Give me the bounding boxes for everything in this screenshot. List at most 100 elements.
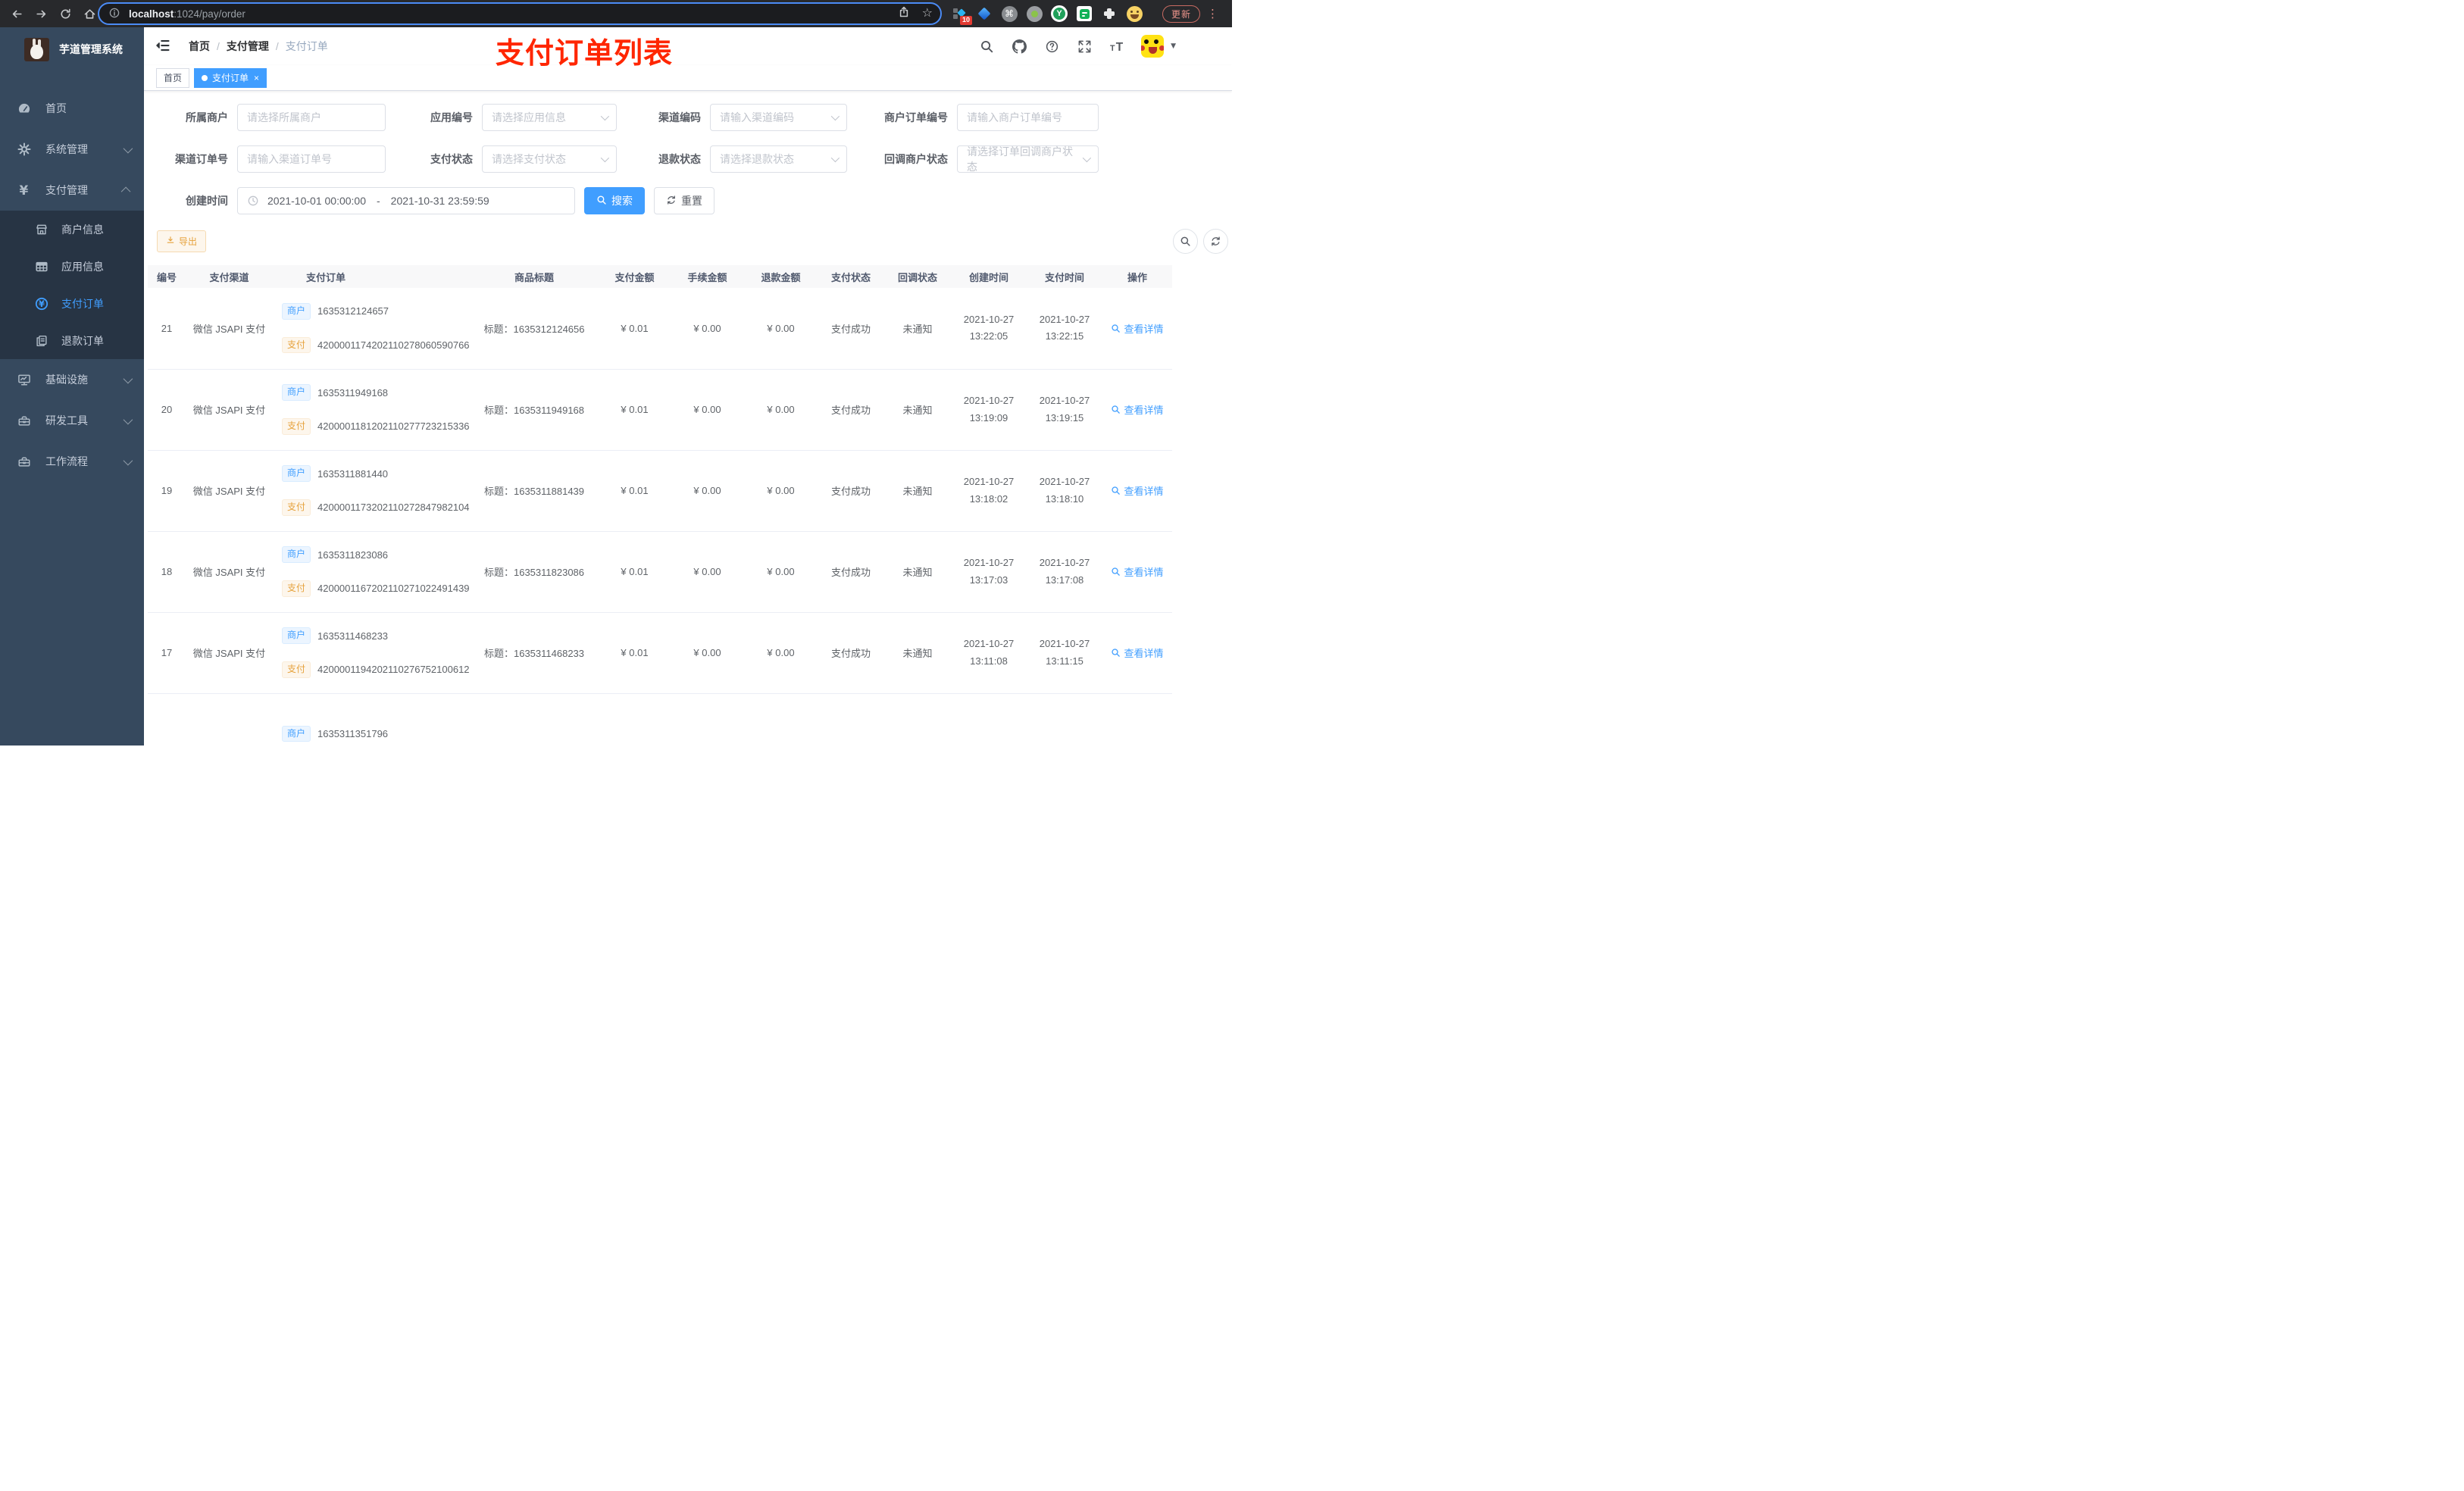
sidebar-item-应用信息[interactable]: 应用信息 xyxy=(0,248,144,285)
filter-退款状态: 退款状态 请选择退款状态 xyxy=(627,145,847,173)
select-退款状态[interactable]: 请选择退款状态 xyxy=(710,145,847,173)
cell-pay-status: 支付成功 xyxy=(818,450,884,532)
app-title: 芋道管理系统 xyxy=(59,43,123,55)
cell-create-time: 2021-10-27 13:19:09 xyxy=(951,369,1027,451)
tab-bar: 首页 支付订单 × xyxy=(144,65,1232,91)
help-icon[interactable] xyxy=(1043,38,1060,55)
blocks-extension-icon[interactable]: 10 xyxy=(951,5,972,25)
cell-id: 21 xyxy=(148,288,186,370)
browser-back-button[interactable] xyxy=(6,3,27,24)
browser-forward-button[interactable] xyxy=(30,3,52,24)
sidebar-item-支付订单[interactable]: ¥ 支付订单 xyxy=(0,285,144,322)
input-所属商户[interactable]: 请选择所属商户 xyxy=(237,104,386,131)
svg-text:T: T xyxy=(1115,40,1123,53)
filter-渠道订单号: 渠道订单号 请输入渠道订单号 xyxy=(157,145,386,173)
select-渠道编码[interactable]: 请输入渠道编码 xyxy=(710,104,847,131)
gem-extension-icon[interactable] xyxy=(976,5,993,22)
merchant-order-no: 1635311881440 xyxy=(317,467,389,480)
view-detail-link[interactable]: 查看详情 xyxy=(1111,645,1164,660)
svg-text:T: T xyxy=(1110,43,1115,52)
share-icon[interactable] xyxy=(898,6,910,22)
date-range-picker[interactable]: 2021-10-01 00:00:00 - 2021-10-31 23:59:5… xyxy=(237,187,575,214)
sidebar-item-工作流程[interactable]: 工作流程 xyxy=(0,441,144,482)
font-size-icon[interactable]: TT xyxy=(1108,38,1125,55)
sidebar-item-label: 支付管理 xyxy=(45,184,88,196)
sidebar-item-基础设施[interactable]: 基础设施 xyxy=(0,359,144,400)
orders-table-wrap: 编号 支付渠道 支付订单 商品标题 支付金额 手续金额 退款金额 支付状态 回调状态 创建时间 支付… xyxy=(148,265,1232,746)
merchant-badge: 商户 xyxy=(282,725,311,742)
view-detail-link[interactable]: 查看详情 xyxy=(1111,564,1164,579)
sidebar-item-label: 支付订单 xyxy=(61,297,104,310)
filter-label: 退款状态 xyxy=(658,153,701,165)
record-extension-icon[interactable] xyxy=(1026,5,1043,22)
filter-label: 应用编号 xyxy=(430,111,473,123)
browser-menu-kebab-icon[interactable]: ⋮ xyxy=(1207,6,1218,21)
browser-update-button[interactable]: 更新 xyxy=(1162,5,1200,23)
show-search-toggle-button[interactable] xyxy=(1173,229,1198,254)
sidebar-item-label: 商户信息 xyxy=(61,223,104,236)
select-应用编号[interactable]: 请选择应用信息 xyxy=(482,104,617,131)
sidebar: 芋道管理系统 首页 系统管理 ¥ 支付管理商户信息应用信息 ¥ 支付订单 退款订单 基础设施研… xyxy=(0,27,144,746)
sidebar-item-商户信息[interactable]: 商户信息 xyxy=(0,211,144,248)
chat-extension-icon[interactable] xyxy=(1076,5,1093,22)
column-header-支付渠道: 支付渠道 xyxy=(186,265,273,288)
cell-pay-order: 商户 1635311823086 支付 42000011672021102710224… xyxy=(273,531,470,613)
cell-amount: ¥ 0.01 xyxy=(599,369,671,451)
input-商户订单编号[interactable]: 请输入商户订单编号 xyxy=(957,104,1099,131)
sidebar-item-首页[interactable]: 首页 xyxy=(0,88,144,129)
fullscreen-icon[interactable] xyxy=(1076,38,1093,55)
sidebar-item-系统管理[interactable]: 系统管理 xyxy=(0,129,144,170)
address-bar[interactable]: localhost:1024/pay/order ☆ xyxy=(98,2,942,25)
browser-reload-button[interactable] xyxy=(55,3,76,24)
view-detail-link[interactable]: 查看详情 xyxy=(1111,402,1164,417)
github-icon[interactable] xyxy=(1011,38,1027,55)
sidebar-fold-icon[interactable] xyxy=(155,38,172,55)
cell-pay-status: 支付成功 xyxy=(818,369,884,451)
table-row: 17 微信 JSAPI 支付 商户 1635311468233 支付 4200001194… xyxy=(148,612,1172,694)
cell-notify-status: 未通知 xyxy=(884,531,951,613)
sidebar-item-支付管理[interactable]: ¥ 支付管理 xyxy=(0,170,144,211)
sidebar-item-研发工具[interactable]: 研发工具 xyxy=(0,400,144,441)
yudao-extension-icon[interactable]: Y xyxy=(1051,5,1068,22)
app-logo-row[interactable]: 芋道管理系统 xyxy=(0,27,144,71)
site-info-icon[interactable] xyxy=(108,7,122,20)
filter-支付状态: 支付状态 请选择支付状态 xyxy=(396,145,617,173)
select-回调商户状态[interactable]: 请选择订单回调商户状态 xyxy=(957,145,1099,173)
sidebar-item-label: 工作流程 xyxy=(45,455,88,467)
column-header-支付时间: 支付时间 xyxy=(1027,265,1102,288)
sidebar-item-退款订单[interactable]: 退款订单 xyxy=(0,322,144,359)
chevron-down-icon xyxy=(830,153,840,163)
bookmark-star-icon[interactable]: ☆ xyxy=(922,8,933,20)
profile-emoji-avatar[interactable] xyxy=(1126,5,1143,22)
cell-fee: ¥ 0.00 xyxy=(671,612,744,694)
select-支付状态[interactable]: 请选择支付状态 xyxy=(482,145,617,173)
export-button[interactable]: 导出 xyxy=(157,230,207,252)
search-button[interactable]: 搜索 xyxy=(584,187,645,214)
puzzle-extensions-icon[interactable] xyxy=(1101,5,1118,22)
cell-pay-time: 2021-10-27 13:22:15 xyxy=(1027,288,1102,370)
avatar-caret-icon[interactable]: ▼ xyxy=(1171,42,1176,50)
breadcrumb-home[interactable]: 首页 xyxy=(189,39,210,54)
reset-button[interactable]: 重置 xyxy=(654,187,714,214)
tab-首页[interactable]: 首页 xyxy=(156,67,190,88)
browser-home-button[interactable] xyxy=(79,3,100,24)
cell-fee: ¥ 0.00 xyxy=(671,288,744,370)
date-end-value: 2021-10-31 23:59:59 xyxy=(390,195,489,207)
shop-icon xyxy=(33,221,50,238)
cell-title: 标题：1635311949168 xyxy=(470,369,599,451)
view-detail-link[interactable]: 查看详情 xyxy=(1111,483,1164,498)
refresh-table-button[interactable] xyxy=(1203,229,1228,254)
input-渠道订单号[interactable]: 请输入渠道订单号 xyxy=(237,145,386,173)
command-extension-icon[interactable]: ⌘ xyxy=(1001,5,1018,22)
main-area: 首页 / 支付管理 / 支付订单 支付订单列表 TT ▼ 首页 支付订单 × 所属商… xyxy=(144,27,1232,746)
view-detail-link[interactable]: 查看详情 xyxy=(1111,321,1164,336)
tab-支付订单[interactable]: 支付订单 × xyxy=(194,67,267,88)
tab-close-icon[interactable]: × xyxy=(254,73,259,83)
breadcrumb-pay-manage[interactable]: 支付管理 xyxy=(227,39,269,54)
search-icon[interactable] xyxy=(978,38,995,55)
cell-pay-order: 商户 1635311949168 支付 42000011812021102777232… xyxy=(273,369,470,451)
toolbox-icon xyxy=(16,412,33,429)
cell-fee: ¥ 0.00 xyxy=(671,369,744,451)
user-avatar[interactable] xyxy=(1141,35,1165,58)
sidebar-item-label: 应用信息 xyxy=(61,260,104,273)
